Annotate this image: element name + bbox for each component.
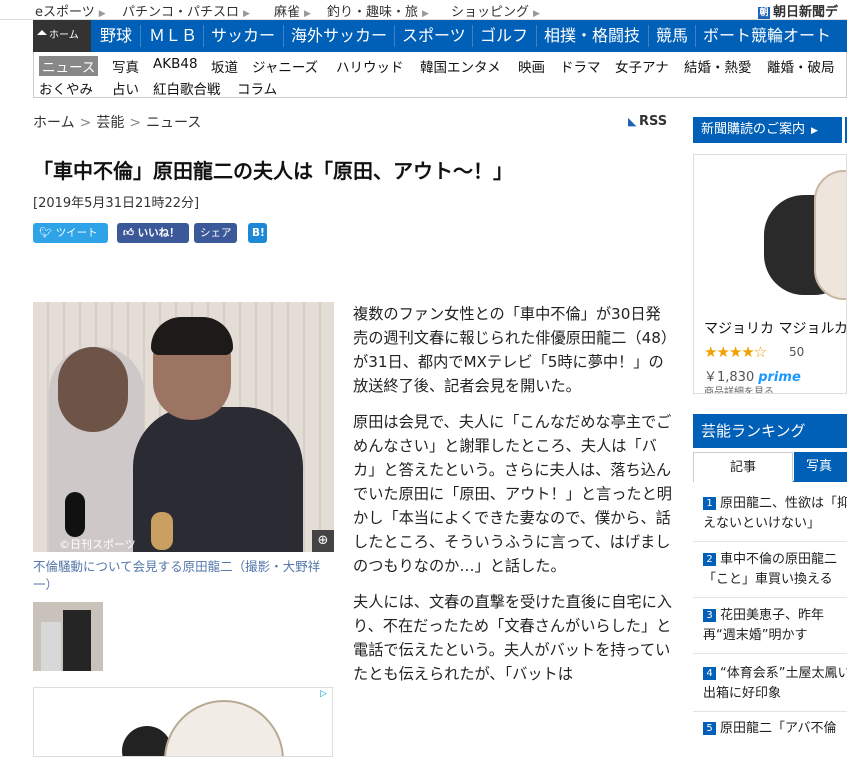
caret-icon: ▶ — [304, 9, 311, 19]
subnav-fortune[interactable]: 占い — [112, 78, 139, 98]
subnav-marriage[interactable]: 結婚・熱愛 — [684, 56, 752, 76]
main-nav: ホーム 野球 ＭＬＢ サッカー 海外サッカー スポーツ ゴルフ 相撲・格闘技 競… — [33, 20, 847, 52]
thumbs-up-icon: 👍︎ — [123, 227, 134, 239]
ranking-item[interactable]: 3 花田美恵子、昨年再“週末婚”明かす — [703, 606, 847, 646]
topbar-link-hobby[interactable]: 釣り・趣味・旅 ▶ — [327, 1, 429, 20]
subnav-announcer[interactable]: 女子アナ — [615, 56, 669, 76]
topbar-link-shopping[interactable]: ショッピング ▶ — [451, 1, 540, 20]
breadcrumb-home[interactable]: ホーム — [33, 115, 75, 131]
subnav-kohaku[interactable]: 紅白歌合戦 — [153, 78, 221, 98]
asahi-icon: 朝 — [758, 7, 770, 19]
subnav-hollywood[interactable]: ハリウッド — [336, 56, 404, 76]
subnav-korea[interactable]: 韓国エンタメ — [420, 56, 501, 76]
ranking-item[interactable]: 5 原田龍二「アバ不倫 — [703, 719, 847, 739]
subnav-akb48[interactable]: AKB48 — [153, 56, 198, 72]
breadcrumb-news[interactable]: ニュース — [146, 115, 201, 131]
ad-detail-link[interactable]: 商品詳細を見る — [704, 383, 774, 393]
subnav-divorce[interactable]: 離婚・破局 — [767, 56, 835, 76]
home-icon — [37, 30, 47, 35]
subnav-column[interactable]: コラム — [237, 78, 277, 98]
chevron-right-icon: ▶ — [811, 126, 818, 136]
nav-item-sumo[interactable]: 相撲・格闘技 — [544, 20, 640, 52]
photo-thumbnail[interactable] — [33, 602, 103, 671]
breadcrumb: ホーム > 芸能 > ニュース — [33, 115, 202, 131]
subnav-movie[interactable]: 映画 — [518, 56, 545, 76]
caret-icon: ▶ — [422, 9, 429, 19]
top-utility-bar: eスポーツ ▶ パチンコ・パチスロ ▶ 麻雀 ▶ 釣り・趣味・旅 ▶ ショッピング ▶ 朝… — [0, 0, 847, 20]
rating-count: 50 — [789, 345, 805, 359]
adchoices-icon[interactable]: ▷ — [320, 689, 330, 699]
sub-nav: ニュース 写真 AKB48 坂道 ジャニーズ ハリウッド 韓国エンタメ 映画 ド… — [33, 52, 847, 98]
asahi-link[interactable]: 朝朝日新聞デ — [758, 1, 838, 20]
nav-item-keiba[interactable]: 競馬 — [656, 20, 688, 52]
subnav-drama[interactable]: ドラマ — [560, 56, 601, 76]
tab-photos[interactable]: 写真 — [794, 452, 847, 482]
twitter-icon: 🐦︎ — [39, 227, 53, 239]
topbar-link-esports[interactable]: eスポーツ ▶ — [35, 1, 106, 20]
subnav-sakamichi[interactable]: 坂道 — [211, 56, 238, 76]
caret-icon: ▶ — [533, 9, 540, 19]
rss-icon: ◣ — [628, 115, 637, 128]
ranking-item[interactable]: 2 車中不倫の原田龍二「こと」車買い換える — [703, 550, 847, 590]
ranking-item[interactable]: 1 原田龍二、性欲は「抑えないといけない」 — [703, 494, 847, 534]
hatena-bookmark-button[interactable]: B! — [248, 223, 267, 243]
article-title: 「車中不倫」原田龍二の夫人は「原田、アウト～！」 — [33, 159, 513, 183]
subscribe-link[interactable]: 新聞購読のご案内 ▶ — [693, 117, 842, 143]
caret-icon: ▶ — [243, 9, 250, 19]
tweet-button[interactable]: 🐦︎ ツイート — [33, 223, 108, 243]
facebook-like-button[interactable]: 👍︎ いいね！ — [117, 223, 189, 243]
article-date: [2019年5月31日21時22分] — [33, 196, 200, 211]
article-paragraph: 夫人には、文春の直撃を受けた直後に自宅に入り、不在だったため「文春さんがいらした… — [353, 593, 672, 683]
subnav-johnnys[interactable]: ジャニーズ — [252, 56, 318, 76]
ranking-title: 芸能ランキング — [693, 414, 847, 448]
subnav-news[interactable]: ニュース — [39, 56, 99, 76]
nav-item-world-soccer[interactable]: 海外サッカー — [291, 20, 387, 52]
photo-credit: ©日刊スポーツ — [59, 538, 136, 551]
amazon-ad[interactable]: マジョリカ マジョルカ ★★★★☆ 50 ￥1,830 prime 商品詳細を見る — [693, 154, 847, 394]
caret-icon: ▶ — [98, 9, 106, 19]
ad-product-name[interactable]: マジョリカ マジョルカ — [704, 318, 846, 338]
nav-item-soccer[interactable]: サッカー — [211, 20, 275, 52]
nav-item-golf[interactable]: ゴルフ — [480, 20, 528, 52]
rating-stars: ★★★★☆ — [704, 343, 767, 361]
article-body: 複数のファン女性との「車中不倫」が30日発売の週刊文春に報じられた俳優原田龍二（… — [353, 302, 675, 698]
zoom-icon[interactable]: ⊕ — [312, 530, 334, 552]
article-photo[interactable]: ©日刊スポーツ ⊕ — [33, 302, 334, 552]
subnav-photo[interactable]: 写真 — [112, 56, 139, 76]
rss-link[interactable]: ◣ RSS — [628, 114, 667, 129]
nav-item-boat[interactable]: ボート競輪オート — [703, 20, 831, 52]
article-paragraph: 複数のファン女性との「車中不倫」が30日発売の週刊文春に報じられた俳優原田龍二（… — [353, 305, 669, 395]
ranking-item[interactable]: 4 “体育会系”土屋太鳳い出箱に好印象 — [703, 664, 847, 704]
tab-articles[interactable]: 記事 — [693, 452, 793, 482]
topbar-link-pachinko[interactable]: パチンコ・パチスロ ▶ — [122, 1, 250, 20]
nav-item-sports[interactable]: スポーツ — [402, 20, 466, 52]
article-paragraph: 原田は会見で、夫人に「こんなだめな亭主でごめんなさい」と謝罪したところ、夫人は「… — [353, 413, 672, 575]
nav-item-baseball[interactable]: 野球 — [100, 20, 132, 52]
photo-caption: 不倫騒動について会見する原田龍二（撮影・大野祥一） — [33, 559, 321, 592]
nav-item-mlb[interactable]: ＭＬＢ — [149, 20, 197, 52]
ranking-tabs: 記事 写真 — [693, 452, 847, 482]
subnav-obituary[interactable]: おくやみ — [39, 78, 93, 98]
topbar-link-mahjong[interactable]: 麻雀 ▶ — [274, 1, 311, 20]
facebook-share-button[interactable]: シェア — [194, 223, 237, 243]
nav-home[interactable]: ホーム — [33, 20, 91, 52]
breadcrumb-geino[interactable]: 芸能 — [96, 115, 124, 131]
